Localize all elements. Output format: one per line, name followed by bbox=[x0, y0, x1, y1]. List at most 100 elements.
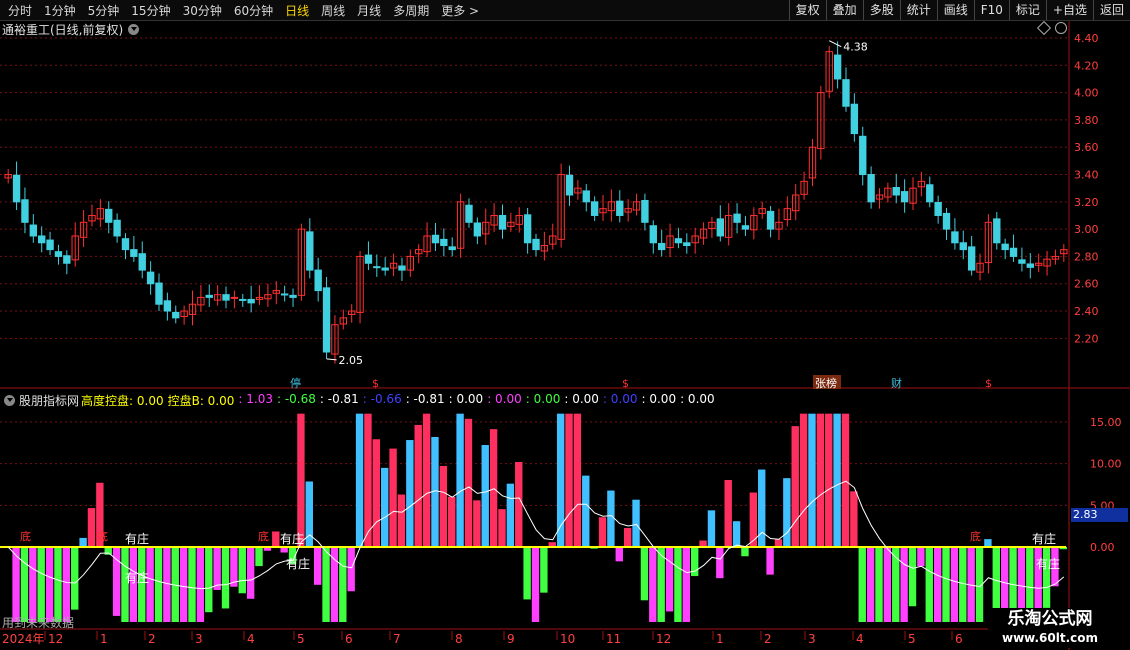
indicator-bar bbox=[297, 413, 305, 547]
candle-body bbox=[54, 251, 63, 257]
indicator-bar bbox=[29, 547, 37, 622]
month-label: 6 bbox=[955, 632, 963, 646]
candle-body bbox=[641, 199, 649, 223]
indicator-bar bbox=[473, 500, 481, 547]
indicator-bar bbox=[892, 547, 900, 622]
candle-body bbox=[532, 238, 540, 251]
candle-body bbox=[46, 239, 54, 251]
indicator-bar bbox=[917, 547, 925, 567]
indicator-bar bbox=[791, 426, 799, 547]
bottom-label: 底 bbox=[258, 529, 269, 543]
price-axis-label: 4.40 bbox=[1074, 32, 1099, 45]
event-marker: $ bbox=[985, 377, 992, 390]
candle-body bbox=[172, 311, 180, 319]
candle-body bbox=[247, 298, 255, 304]
candle-body bbox=[381, 267, 389, 271]
indicator-bar bbox=[481, 445, 489, 547]
candle-body bbox=[859, 135, 867, 176]
indicator-bar bbox=[632, 499, 640, 547]
event-marker: $ bbox=[372, 377, 379, 390]
watermark-title: 乐淘公式网 bbox=[1007, 609, 1093, 629]
month-label: 4 bbox=[247, 632, 255, 646]
indicator-bar bbox=[531, 547, 540, 622]
indicator-bar bbox=[104, 547, 112, 555]
indicator-bar bbox=[741, 547, 749, 557]
candle-body bbox=[38, 235, 46, 244]
price-axis-label: 2.60 bbox=[1074, 278, 1099, 291]
candle-body bbox=[222, 294, 230, 301]
candle-body bbox=[951, 231, 959, 244]
indicator-bar bbox=[540, 547, 548, 593]
candle-body bbox=[230, 296, 239, 299]
month-label: 5 bbox=[297, 632, 305, 646]
month-label: 2 bbox=[148, 632, 156, 646]
year-label: 2024年 bbox=[2, 632, 45, 646]
indicator-bar bbox=[313, 547, 322, 585]
candle-body bbox=[322, 287, 331, 353]
indicator-bar bbox=[389, 448, 397, 547]
indicator-bar bbox=[523, 547, 531, 600]
month-label: 1 bbox=[716, 632, 724, 646]
candle-body bbox=[850, 103, 859, 135]
indicator-bar bbox=[397, 494, 406, 547]
candle-body bbox=[473, 222, 482, 237]
indicator-bar bbox=[439, 465, 448, 547]
price-axis-label: 4.20 bbox=[1074, 59, 1099, 72]
candle-body bbox=[967, 246, 976, 271]
candle-body bbox=[146, 271, 155, 285]
candle-body bbox=[113, 219, 121, 237]
indicator-bar bbox=[716, 547, 724, 579]
candle-body bbox=[373, 266, 381, 269]
month-label: 8 bbox=[455, 632, 463, 646]
indicator-bar bbox=[875, 547, 883, 622]
candle-body bbox=[683, 242, 691, 247]
month-label: 12 bbox=[48, 632, 63, 646]
indicator-bar bbox=[816, 413, 825, 547]
candle-body bbox=[867, 174, 875, 203]
indicator-bar bbox=[372, 439, 381, 547]
month-label: 10 bbox=[560, 632, 575, 646]
bottom-label: 底 bbox=[20, 529, 31, 543]
indicator-bar bbox=[179, 547, 188, 622]
month-label: 2 bbox=[764, 632, 772, 646]
indicator-bar bbox=[984, 539, 992, 547]
watermark: 乐淘公式网 www.60lt.com bbox=[988, 608, 1112, 648]
indicator-bar bbox=[230, 547, 238, 587]
indicator-bar bbox=[515, 462, 523, 547]
indicator-bar bbox=[221, 547, 230, 609]
max-price-label: 4.38 bbox=[843, 41, 868, 54]
indicator-bar bbox=[774, 539, 783, 547]
indicator-bar bbox=[238, 547, 246, 594]
candle-body bbox=[674, 238, 683, 244]
indicator-axis-label: 10.00 bbox=[1090, 458, 1122, 471]
indicator-bar bbox=[908, 547, 917, 607]
candle-body bbox=[314, 269, 322, 292]
price-axis-label: 2.80 bbox=[1074, 250, 1099, 263]
candle-body bbox=[121, 238, 130, 251]
indicator-bar bbox=[858, 547, 866, 622]
candle-body bbox=[431, 234, 440, 244]
indicator-bar bbox=[808, 413, 816, 547]
indicator-bar bbox=[272, 531, 280, 547]
candle-body bbox=[364, 254, 373, 264]
indicator-bar bbox=[841, 413, 850, 547]
candle-body bbox=[1009, 247, 1018, 257]
month-label: 11 bbox=[606, 632, 621, 646]
candle-body bbox=[934, 202, 942, 216]
chart-area[interactable]: 4.40 4.20 4.00 3.80 3.60 3.40 3.20 3.00 2.80 2.60… bbox=[0, 0, 1130, 650]
indicator-bar bbox=[347, 547, 355, 592]
candle-body bbox=[465, 204, 473, 223]
signal-label: 有庄 bbox=[1036, 556, 1060, 571]
price-axis-label: 3.60 bbox=[1074, 141, 1099, 154]
candle-body bbox=[766, 210, 775, 230]
indicator-bar bbox=[45, 547, 54, 622]
signal-label: 有庄 bbox=[1032, 531, 1056, 546]
indicator-bar bbox=[20, 547, 29, 622]
candle-body bbox=[163, 300, 172, 312]
candle-body bbox=[926, 184, 934, 203]
candle-body bbox=[565, 174, 574, 196]
indicator-bar bbox=[255, 547, 263, 567]
price-axis-label: 2.40 bbox=[1074, 305, 1099, 318]
candle-body bbox=[1018, 259, 1026, 264]
indicator-bar bbox=[330, 547, 339, 622]
